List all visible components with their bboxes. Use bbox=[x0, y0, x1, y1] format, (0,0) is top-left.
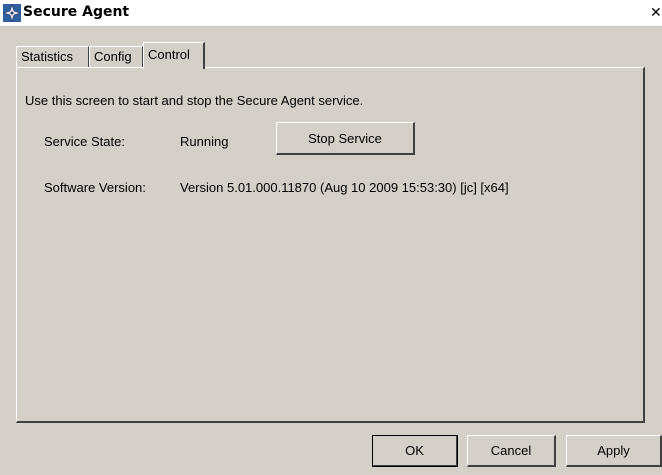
stop-service-button[interactable]: Stop Service bbox=[276, 122, 415, 155]
tab-label: Config bbox=[94, 49, 132, 64]
cancel-button[interactable]: Cancel bbox=[467, 435, 556, 467]
service-state-value: Running bbox=[180, 134, 229, 149]
tab-statistics[interactable]: Statistics bbox=[16, 46, 89, 67]
tab-label: Statistics bbox=[21, 49, 74, 64]
tab-label: Control bbox=[148, 47, 190, 62]
tab-control[interactable]: Control bbox=[143, 42, 205, 69]
intro-text: Use this screen to start and stop the Se… bbox=[25, 93, 364, 108]
compass-star-icon bbox=[3, 4, 21, 22]
software-version-label: Software Version: bbox=[44, 180, 146, 195]
control-panel: Use this screen to start and stop the Se… bbox=[16, 67, 645, 423]
window-title: Secure Agent bbox=[23, 4, 130, 20]
ok-button[interactable]: OK bbox=[372, 435, 458, 467]
tab-config[interactable]: Config bbox=[89, 46, 143, 67]
title-bar[interactable]: Secure Agent ✕ bbox=[0, 0, 662, 27]
software-version-value: Version 5.01.000.11870 (Aug 10 2009 15:5… bbox=[180, 180, 509, 195]
dialog-window: Secure Agent ✕ Statistics Config Control… bbox=[0, 0, 662, 475]
close-icon[interactable]: ✕ bbox=[650, 6, 662, 20]
apply-button[interactable]: Apply bbox=[566, 435, 662, 467]
service-state-label: Service State: bbox=[44, 134, 125, 149]
